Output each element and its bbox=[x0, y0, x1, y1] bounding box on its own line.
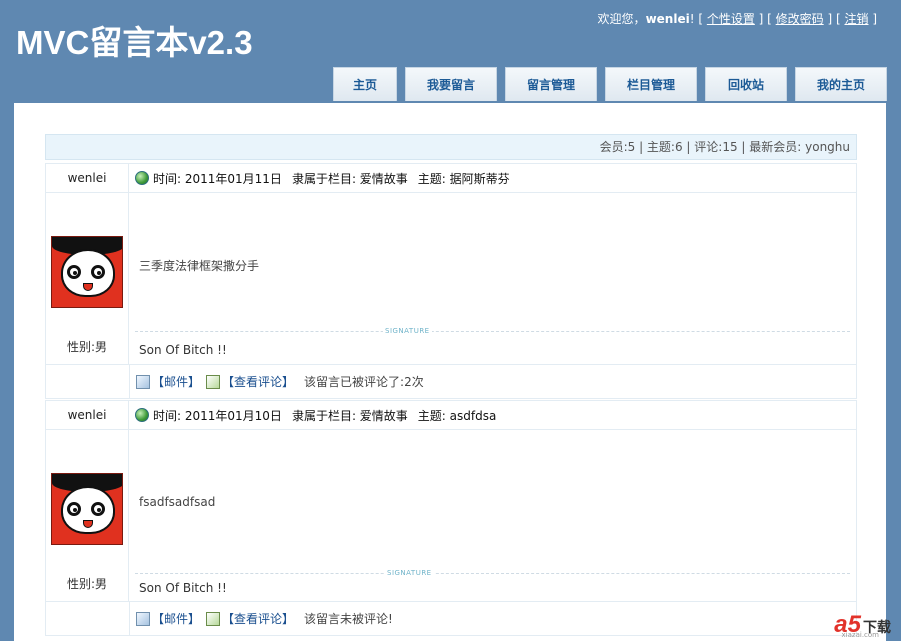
tab-category-management[interactable]: 栏目管理 bbox=[605, 67, 697, 101]
tab-message-management[interactable]: 留言管理 bbox=[505, 67, 597, 101]
post-time: 时间: 2011年01月10日 bbox=[153, 408, 282, 423]
avatar bbox=[51, 236, 123, 308]
watermark-logo: a5 下载 xiazai.com bbox=[834, 613, 891, 640]
separator: ] [ bbox=[823, 12, 845, 26]
view-comments-link[interactable]: 【查看评论】 bbox=[222, 373, 294, 390]
author-gender: 性别:男 bbox=[66, 577, 108, 591]
welcome-prefix: 欢迎您， bbox=[597, 12, 646, 26]
post-header: wenlei 时间: 2011年01月10日 隶属于栏目: 爱情故事 主题: a… bbox=[46, 400, 856, 430]
author-panel: 性别:男 bbox=[46, 193, 129, 364]
post-footer: 【邮件】 【查看评论】 该留言已被评论了:2次 bbox=[46, 365, 856, 399]
post-content-area: fsadfsadfsad SIGNATURE Son Of Bitch !! bbox=[129, 430, 856, 601]
post-header: wenlei 时间: 2011年01月11日 隶属于栏目: 爱情故事 主题: 据… bbox=[46, 163, 856, 193]
site-logo: MVC留言本v2.3 bbox=[16, 24, 253, 61]
tab-my-homepage[interactable]: 我的主页 bbox=[795, 67, 887, 101]
signature-divider bbox=[135, 331, 850, 332]
post-body: 性别:男 fsadfsadfsad SIGNATURE Son Of Bitch… bbox=[46, 430, 856, 602]
post-footer: 【邮件】 【查看评论】 该留言未被评论! bbox=[46, 602, 856, 636]
author-panel: 性别:男 bbox=[46, 430, 129, 601]
post-actions: 【邮件】 【查看评论】 该留言未被评论! bbox=[129, 602, 856, 635]
footer-spacer bbox=[46, 365, 129, 398]
post-body: 性别:男 三季度法律框架撒分手 SIGNATURE Son Of Bitch !… bbox=[46, 193, 856, 365]
view-comments-icon bbox=[206, 611, 221, 626]
author-gender: 性别:男 bbox=[66, 340, 108, 354]
signature-divider bbox=[135, 573, 850, 574]
signature-label: SIGNATURE bbox=[383, 327, 432, 335]
site-stats: 会员:5 | 主题:6 | 评论:15 | 最新会员: yonghu bbox=[45, 134, 857, 160]
avatar bbox=[51, 473, 123, 545]
post-meta: 时间: 2011年01月11日 隶属于栏目: 爱情故事 主题: 据阿斯蒂芬 bbox=[129, 164, 856, 192]
signature-text: Son Of Bitch !! bbox=[139, 581, 227, 595]
change-password-link[interactable]: 修改密码 bbox=[776, 12, 824, 26]
post-time: 时间: 2011年01月11日 bbox=[153, 171, 282, 186]
tab-new-message[interactable]: 我要留言 bbox=[405, 67, 497, 101]
mail-icon bbox=[136, 374, 150, 389]
post-content-area: 三季度法律框架撒分手 SIGNATURE Son Of Bitch !! bbox=[129, 193, 856, 364]
globe-icon bbox=[135, 408, 149, 422]
post-author: wenlei bbox=[46, 401, 129, 429]
message-post: wenlei 时间: 2011年01月10日 隶属于栏目: 爱情故事 主题: a… bbox=[45, 400, 857, 636]
username: wenlei bbox=[645, 12, 690, 26]
post-content: 三季度法律框架撒分手 bbox=[139, 259, 260, 273]
post-subject: 主题: asdfdsa bbox=[417, 408, 497, 423]
post-meta: 时间: 2011年01月10日 隶属于栏目: 爱情故事 主题: asdfdsa bbox=[129, 401, 856, 429]
post-category: 隶属于栏目: 爱情故事 bbox=[291, 171, 408, 186]
personal-settings-link[interactable]: 个性设置 bbox=[707, 12, 755, 26]
post-subject: 主题: 据阿斯蒂芬 bbox=[417, 171, 510, 186]
tab-recycle-bin[interactable]: 回收站 bbox=[705, 67, 787, 101]
welcome-suffix: ! [ bbox=[689, 12, 707, 26]
separator: ] bbox=[868, 12, 877, 26]
post-actions: 【邮件】 【查看评论】 该留言已被评论了:2次 bbox=[129, 365, 856, 398]
welcome-bar: 欢迎您，wenlei! [ 个性设置 ] [ 修改密码 ] [ 注销 ] bbox=[598, 10, 877, 27]
post-content: fsadfsadfsad bbox=[139, 495, 216, 509]
tab-home[interactable]: 主页 bbox=[333, 67, 397, 101]
view-comments-icon bbox=[206, 374, 221, 389]
mail-link[interactable]: 【邮件】 bbox=[152, 610, 200, 627]
mail-link[interactable]: 【邮件】 bbox=[152, 373, 200, 390]
main-content: 会员:5 | 主题:6 | 评论:15 | 最新会员: yonghu wenle… bbox=[14, 103, 886, 641]
signature-label: SIGNATURE bbox=[385, 569, 434, 577]
signature-text: Son Of Bitch !! bbox=[139, 343, 227, 357]
post-category: 隶属于栏目: 爱情故事 bbox=[291, 408, 408, 423]
comment-count-note: 该留言已被评论了:2次 bbox=[304, 375, 424, 389]
watermark-site: xiazai.com bbox=[841, 631, 879, 639]
main-nav: 主页 我要留言 留言管理 栏目管理 回收站 我的主页 bbox=[333, 67, 887, 101]
post-author: wenlei bbox=[46, 164, 129, 192]
comment-count-note: 该留言未被评论! bbox=[304, 612, 393, 626]
globe-icon bbox=[135, 171, 149, 185]
view-comments-link[interactable]: 【查看评论】 bbox=[222, 610, 294, 627]
logout-link[interactable]: 注销 bbox=[844, 12, 868, 26]
mail-icon bbox=[136, 611, 150, 626]
message-post: wenlei 时间: 2011年01月11日 隶属于栏目: 爱情故事 主题: 据… bbox=[45, 163, 857, 399]
separator: ] [ bbox=[754, 12, 776, 26]
footer-spacer bbox=[46, 602, 129, 635]
